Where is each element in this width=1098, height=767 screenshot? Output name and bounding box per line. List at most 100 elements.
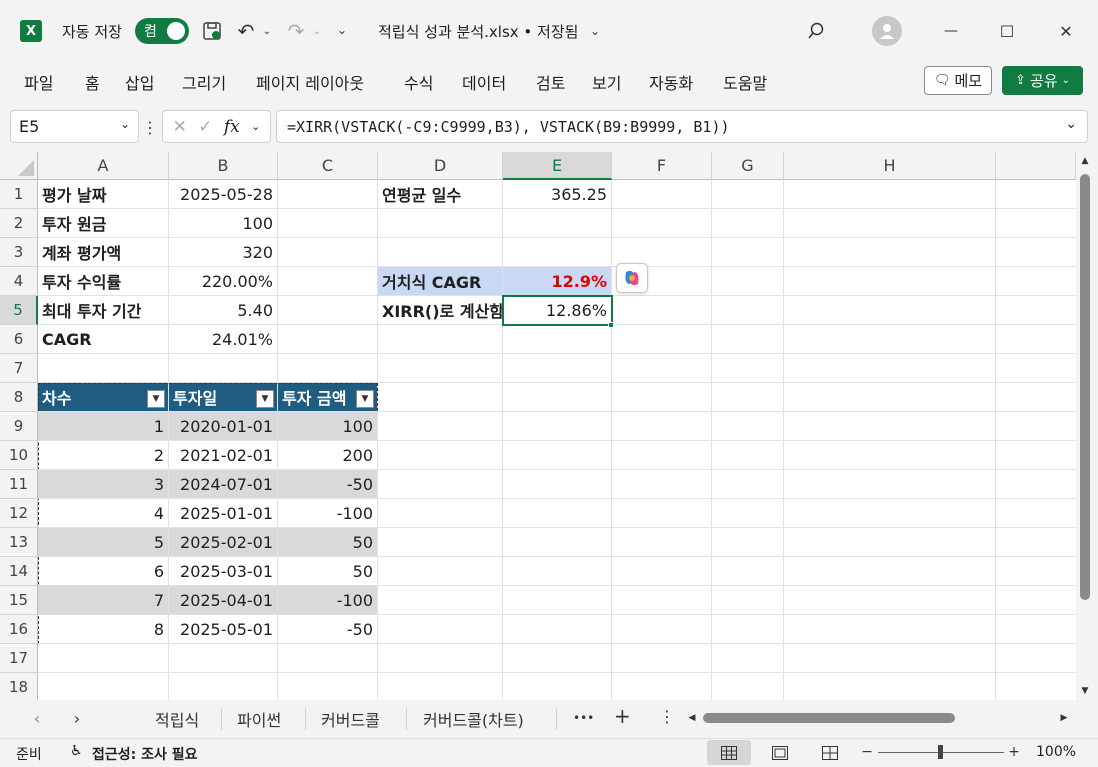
hscroll-left-icon[interactable]: ◀	[686, 711, 698, 725]
table-cell[interactable]: 2020-01-01	[169, 412, 278, 441]
table-header-date[interactable]: 투자일 ▼	[169, 383, 278, 412]
cell-a6[interactable]: CAGR	[38, 325, 169, 354]
cell-d4[interactable]: 거치식 CAGR	[378, 267, 503, 296]
table-cell[interactable]: 8	[38, 615, 169, 644]
vertical-scroll-thumb[interactable]	[1080, 174, 1090, 600]
row-header-2[interactable]: 2	[0, 209, 38, 238]
cell-b1[interactable]: 2025-05-28	[169, 180, 278, 209]
menu-page-layout[interactable]: 페이지 레이아웃	[256, 70, 364, 94]
row-header-1[interactable]: 1	[0, 180, 38, 209]
table-cell[interactable]: 2025-04-01	[169, 586, 278, 615]
col-header-c[interactable]: C	[278, 152, 378, 180]
page-break-view-icon[interactable]	[808, 740, 852, 765]
insert-function-button[interactable]: fx	[224, 117, 240, 137]
table-cell[interactable]: 6	[38, 557, 169, 586]
document-title[interactable]: 적립식 성과 분석.xlsx • 저장됨	[378, 21, 578, 42]
menu-home[interactable]: 홈	[85, 70, 100, 94]
close-button[interactable]: ✕	[1053, 18, 1079, 44]
table-cell[interactable]: 50	[278, 557, 378, 586]
menu-formulas[interactable]: 수식	[404, 70, 433, 94]
table-cell[interactable]: -50	[278, 470, 378, 499]
menu-automate[interactable]: 자동화	[649, 70, 693, 94]
cell-e5-selected[interactable]: 12.86%	[502, 295, 613, 326]
table-cell[interactable]: -100	[278, 586, 378, 615]
accessibility-status[interactable]: 접근성: 조사 필요	[92, 744, 198, 764]
menu-draw[interactable]: 그리기	[182, 70, 226, 94]
table-cell[interactable]: 4	[38, 499, 169, 528]
table-cell[interactable]: 2	[38, 441, 169, 470]
sheet-options-button[interactable]: ⋮	[659, 707, 675, 726]
table-cell[interactable]: 2025-05-01	[169, 615, 278, 644]
zoom-in-icon[interactable]: +	[1008, 744, 1020, 760]
row-header-15[interactable]: 15	[0, 586, 38, 615]
row-header-17[interactable]: 17	[0, 644, 38, 673]
col-header-b[interactable]: B	[169, 152, 278, 180]
save-icon[interactable]	[199, 18, 225, 44]
filter-dropdown-icon[interactable]: ▼	[256, 390, 274, 408]
col-header-h[interactable]: H	[784, 152, 996, 180]
cell-b6[interactable]: 24.01%	[169, 325, 278, 354]
table-header-amount[interactable]: 투자 금액 ▼	[278, 383, 378, 412]
menu-review[interactable]: 검토	[536, 70, 565, 94]
enter-icon[interactable]: ✓	[198, 117, 212, 137]
autosave-toggle[interactable]: 켬	[135, 18, 189, 44]
cell-b5[interactable]: 5.40	[169, 296, 278, 325]
cell-d1[interactable]: 연평균 일수	[378, 180, 503, 209]
cancel-icon[interactable]: ✕	[173, 117, 187, 137]
select-all-corner[interactable]	[0, 152, 38, 180]
col-header-f[interactable]: F	[612, 152, 712, 180]
fx-dropdown-icon[interactable]: ⌄	[251, 120, 260, 133]
table-cell[interactable]: 100	[278, 412, 378, 441]
cell-d5[interactable]: XIRR()로 계산함	[378, 296, 503, 325]
copilot-button[interactable]	[616, 263, 648, 293]
undo-dropdown-icon[interactable]: ⌄	[261, 22, 273, 40]
normal-view-icon[interactable]	[707, 740, 751, 765]
col-header-a[interactable]: A	[38, 152, 169, 180]
cell-e1[interactable]: 365.25	[503, 180, 612, 209]
customize-toolbar-icon[interactable]: ⌄	[334, 20, 350, 40]
name-box[interactable]: E5 ⌄	[10, 110, 139, 143]
table-header-round[interactable]: 차수 ▼	[38, 383, 169, 412]
next-sheet-icon[interactable]: ›	[68, 707, 86, 729]
accessibility-icon[interactable]: ♿	[70, 743, 83, 759]
table-cell[interactable]: 2024-07-01	[169, 470, 278, 499]
cell-a3[interactable]: 계좌 평가액	[38, 238, 169, 267]
sheet-tab-1[interactable]: 적립식	[155, 707, 199, 731]
more-options-icon[interactable]: ⋮	[142, 115, 158, 139]
comments-button[interactable]: 🗨 메모	[924, 66, 992, 95]
horizontal-scroll-thumb[interactable]	[703, 713, 955, 723]
fill-handle[interactable]	[608, 322, 614, 328]
more-sheets-button[interactable]: •••	[573, 711, 594, 725]
sheet-tab-2[interactable]: 파이썬	[237, 707, 281, 731]
sheet-tab-4[interactable]: 커버드콜(차트)	[423, 707, 524, 731]
cell-a5[interactable]: 최대 투자 기간	[38, 296, 169, 325]
row-header-8[interactable]: 8	[0, 383, 38, 412]
row-header-4[interactable]: 4	[0, 267, 38, 296]
zoom-level[interactable]: 100%	[1036, 744, 1076, 760]
menu-data[interactable]: 데이터	[462, 70, 506, 94]
table-cell[interactable]: 3	[38, 470, 169, 499]
cell-e4[interactable]: 12.9%	[503, 267, 612, 296]
row-header-12[interactable]: 12	[0, 499, 38, 528]
row-header-16[interactable]: 16	[0, 615, 38, 644]
cell-b4[interactable]: 220.00%	[169, 267, 278, 296]
row-header-11[interactable]: 11	[0, 470, 38, 499]
maximize-button[interactable]: ☐	[994, 18, 1020, 44]
col-header-g[interactable]: G	[712, 152, 784, 180]
prev-sheet-icon[interactable]: ‹	[28, 707, 46, 729]
menu-insert[interactable]: 삽입	[125, 70, 154, 94]
table-cell[interactable]: 1	[38, 412, 169, 441]
row-header-18[interactable]: 18	[0, 673, 38, 700]
row-header-3[interactable]: 3	[0, 238, 38, 267]
redo-dropdown-icon[interactable]: ⌄	[311, 22, 323, 40]
col-header-d[interactable]: D	[378, 152, 503, 180]
share-button[interactable]: ⇪ 공유 ⌄	[1002, 66, 1083, 95]
table-cell[interactable]: 2025-03-01	[169, 557, 278, 586]
cell-b2[interactable]: 100	[169, 209, 278, 238]
cell-a1[interactable]: 평가 날짜	[38, 180, 169, 209]
menu-help[interactable]: 도움말	[723, 70, 767, 94]
table-cell[interactable]: 200	[278, 441, 378, 470]
scroll-down-icon[interactable]: ▼	[1078, 684, 1092, 698]
page-layout-view-icon[interactable]	[758, 740, 802, 765]
user-avatar-icon[interactable]	[872, 16, 902, 46]
